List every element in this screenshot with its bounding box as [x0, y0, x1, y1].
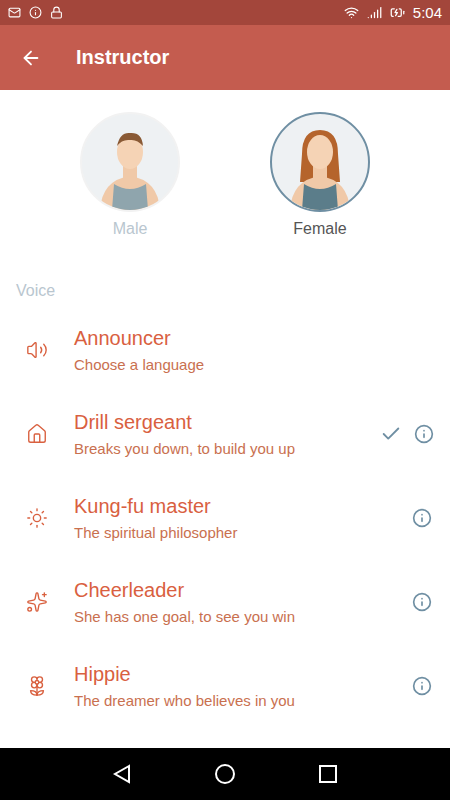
- nav-bar: [0, 748, 450, 800]
- voice-description: Breaks you down, to build you up: [74, 440, 356, 457]
- male-avatar-icon: [90, 124, 170, 210]
- avatar[interactable]: [270, 112, 370, 212]
- battery-icon: [390, 5, 405, 20]
- avatar[interactable]: [80, 112, 180, 212]
- clock: 5:04: [413, 4, 442, 21]
- voice-row[interactable]: Announcer Choose a language: [0, 308, 450, 392]
- gender-label: Male: [113, 220, 148, 238]
- voice-description: The dreamer who believes in you: [74, 692, 388, 709]
- app-title: Instructor: [76, 46, 169, 69]
- voice-row[interactable]: Kung-fu master The spiritual philosopher: [0, 476, 450, 560]
- status-bar: 5:04: [0, 0, 450, 25]
- gender-label: Female: [293, 220, 346, 238]
- info-icon[interactable]: [412, 508, 432, 528]
- lock-icon: [50, 6, 63, 19]
- mail-icon: [8, 6, 21, 19]
- signal-icon: [367, 5, 382, 20]
- voice-name: Cheerleader: [74, 579, 388, 602]
- section-header: Voice: [0, 238, 450, 300]
- voice-name: Hippie: [74, 663, 388, 686]
- voice-row[interactable]: Drill sergeant Breaks you down, to build …: [0, 392, 450, 476]
- wifi-icon: [344, 5, 359, 20]
- info-icon[interactable]: [412, 676, 432, 696]
- voice-row[interactable]: Hippie The dreamer who believes in you: [0, 644, 450, 728]
- check-icon: [380, 423, 402, 445]
- screen: 5:04 Instructor Male FemaleVoice Announcer Ch…: [0, 0, 450, 800]
- notification-icon: [29, 6, 42, 19]
- voice-description: She has one goal, to see you win: [74, 608, 388, 625]
- voice-name: Announcer: [74, 327, 388, 350]
- back-nav-icon[interactable]: [111, 763, 133, 785]
- info-icon[interactable]: [412, 592, 432, 612]
- info-icon[interactable]: [414, 424, 434, 444]
- voice-icon: [26, 423, 48, 445]
- back-icon[interactable]: [20, 47, 42, 69]
- voice-name: Drill sergeant: [74, 411, 356, 434]
- voice-description: Choose a language: [74, 356, 388, 373]
- female-avatar-icon: [280, 124, 360, 210]
- voice-description: The spiritual philosopher: [74, 524, 388, 541]
- gender-picker: Male Female: [0, 90, 450, 238]
- gender-option[interactable]: Male: [80, 112, 180, 238]
- voice-icon: [26, 675, 48, 697]
- voice-row[interactable]: Cheerleader She has one goal, to see you …: [0, 560, 450, 644]
- voice-name: Kung-fu master: [74, 495, 388, 518]
- voice-icon: [26, 339, 48, 361]
- voice-icon: [26, 507, 48, 529]
- app-bar: Instructor: [0, 25, 450, 90]
- recents-nav-icon[interactable]: [317, 763, 339, 785]
- home-nav-icon[interactable]: [214, 763, 236, 785]
- gender-option[interactable]: Female: [270, 112, 370, 238]
- voice-list: Announcer Choose a language Drill sergeant…: [0, 300, 450, 728]
- voice-icon: [26, 591, 48, 613]
